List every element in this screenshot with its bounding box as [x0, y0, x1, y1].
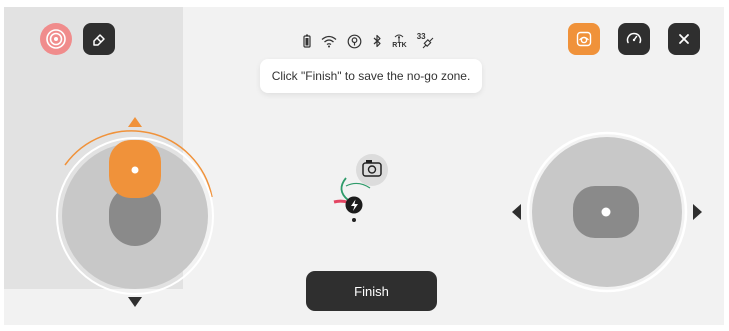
record-icon: [46, 29, 66, 49]
robot-position-dot: [352, 218, 356, 222]
no-go-zone-tooltip: Click "Finish" to save the no-go zone.: [260, 59, 482, 93]
app-screen: RTK 33 Click "Finish" to save the no-go …: [0, 0, 729, 331]
bluetooth-icon: [372, 34, 382, 48]
robot-avatar: [356, 154, 388, 186]
joystick-up-arrow-icon: [128, 117, 142, 127]
right-joystick-knob-dot: [601, 207, 611, 217]
status-bar: RTK 33: [269, 27, 469, 55]
location-icon: [347, 34, 362, 49]
left-joystick[interactable]: [52, 115, 222, 310]
robot-position-marker: [333, 154, 388, 222]
eye-toggle-icon: [576, 31, 592, 47]
satellite-icon: [422, 37, 434, 49]
right-joystick[interactable]: [509, 130, 705, 294]
rtk-label: RTK: [392, 41, 407, 49]
speed-button[interactable]: [618, 23, 650, 55]
visibility-toggle-button[interactable]: [568, 23, 600, 55]
finish-button[interactable]: Finish: [306, 271, 437, 311]
joystick-right-arrow-icon: [693, 204, 702, 220]
joystick-knob-dot: [131, 166, 139, 174]
speedometer-icon: [626, 32, 642, 44]
record-button[interactable]: [40, 23, 72, 55]
wifi-icon: [321, 35, 337, 48]
joystick-down-arrow-icon: [128, 297, 142, 307]
eraser-icon: [93, 34, 105, 46]
close-button[interactable]: [668, 23, 700, 55]
satellite-indicator: 33: [417, 32, 435, 50]
close-icon: [679, 34, 689, 44]
rtk-indicator: RTK: [392, 34, 407, 49]
joystick-left-arrow-icon: [512, 204, 521, 220]
battery-icon: [303, 34, 311, 48]
rtk-antenna-icon: [395, 34, 404, 42]
eraser-button[interactable]: [83, 23, 115, 55]
